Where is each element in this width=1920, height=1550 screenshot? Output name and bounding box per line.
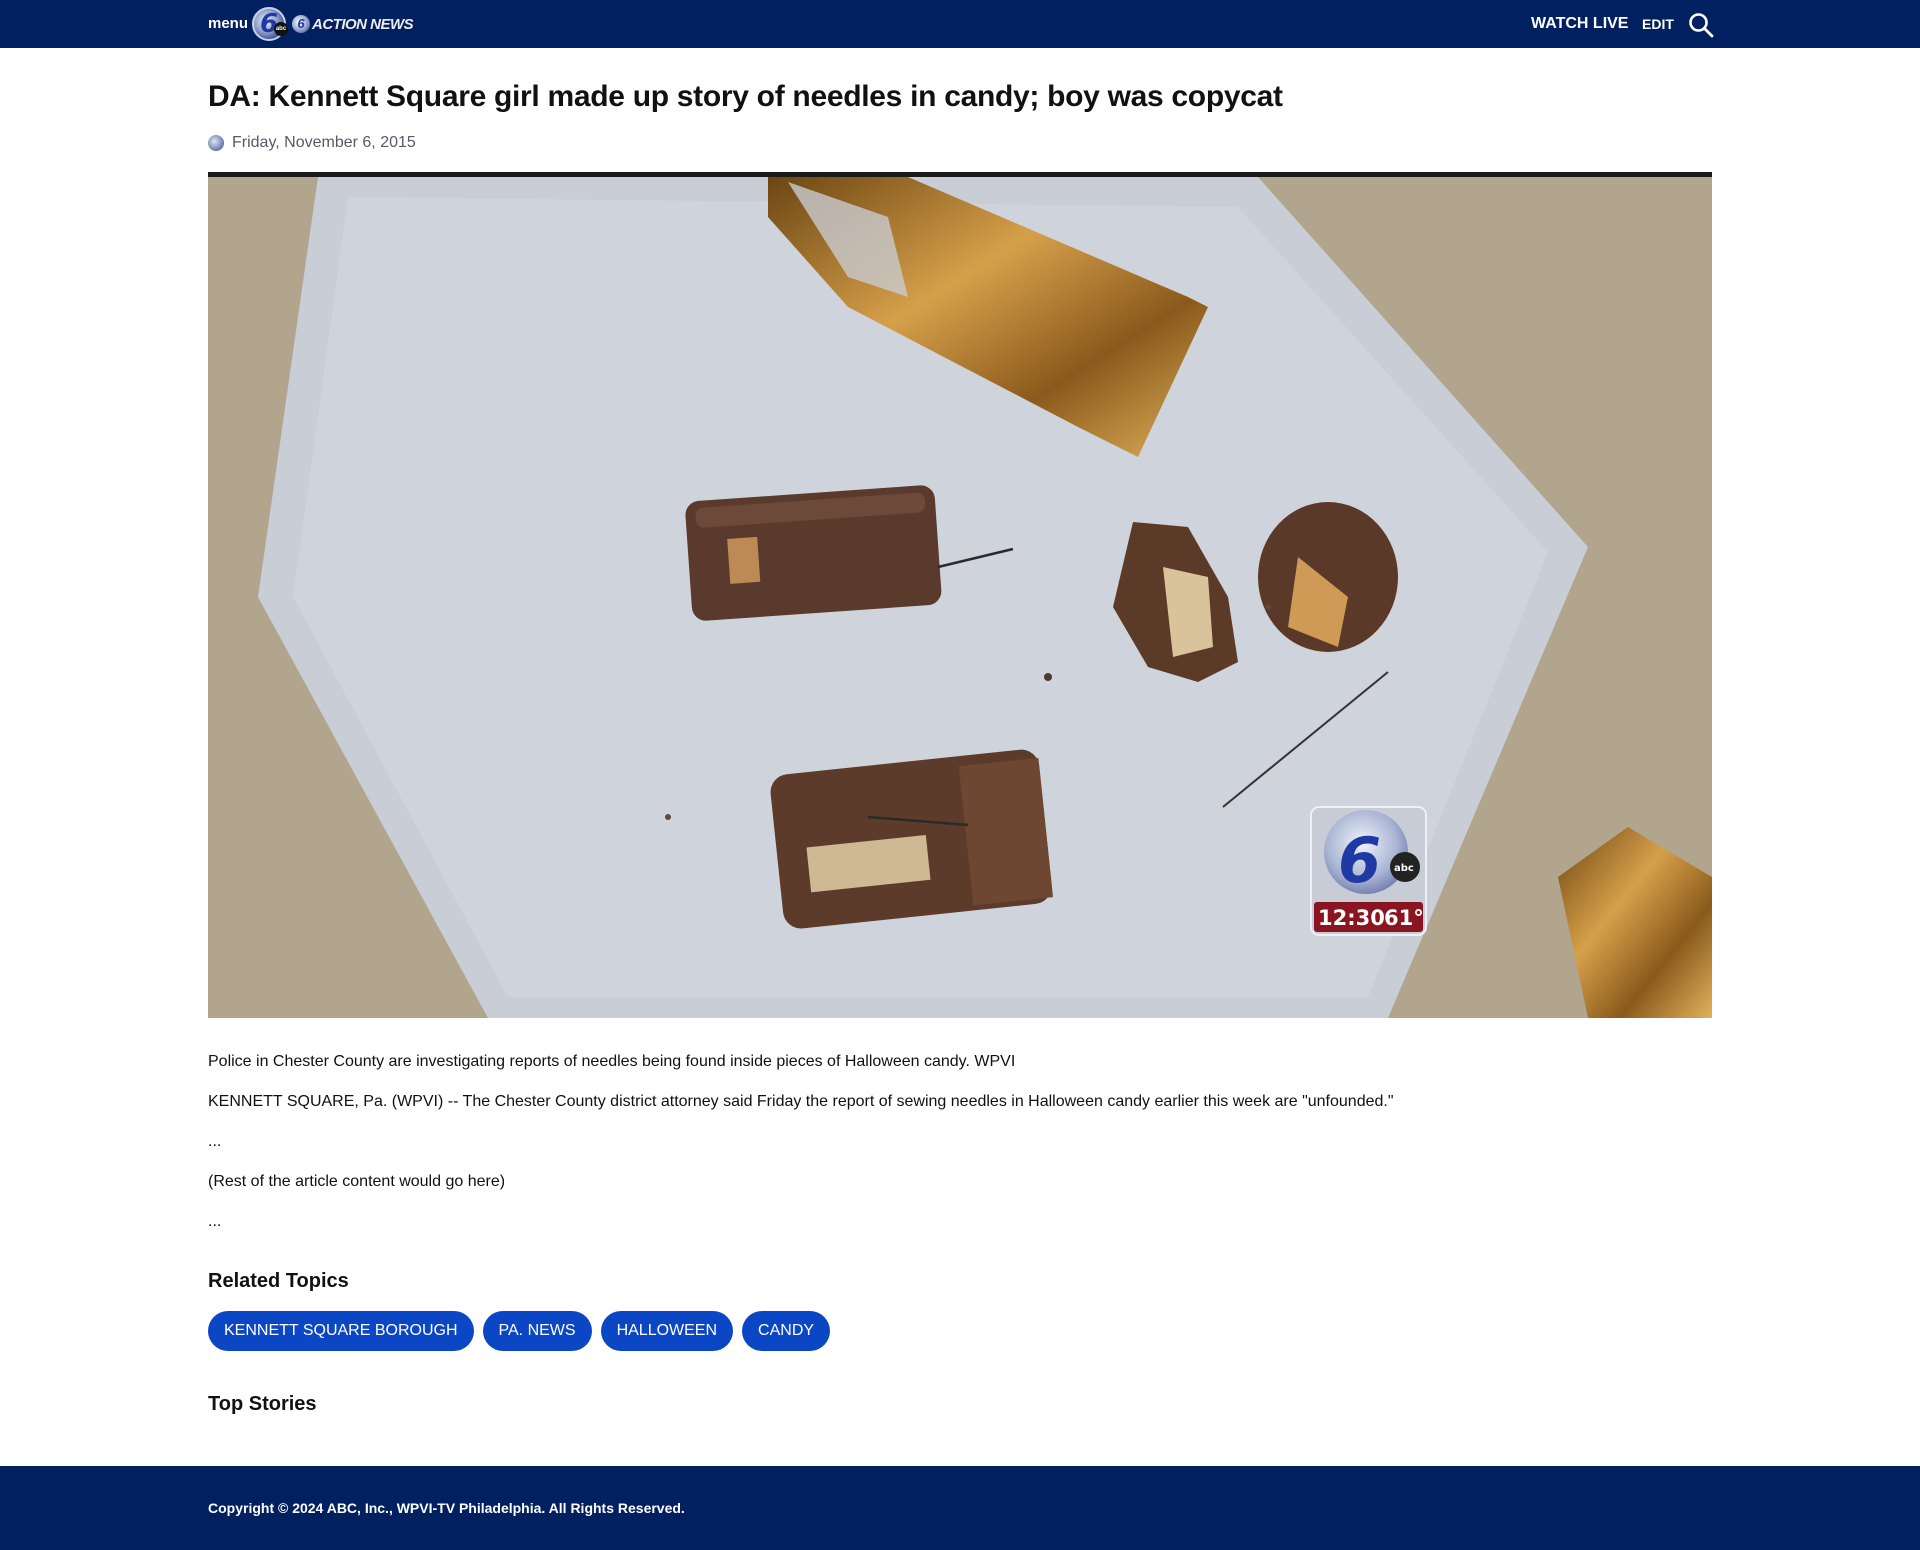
copyright-text: Copyright © 2024 ABC, Inc., WPVI-TV Phil…	[208, 1500, 685, 1516]
article-paragraph: KENNETT SQUARE, Pa. (WPVI) -- The Cheste…	[208, 1093, 1394, 1110]
candy-photo: 6 abc 12:30 61°	[208, 177, 1712, 1018]
6abc-logo[interactable]: 6 abc	[252, 7, 288, 41]
search-icon[interactable]	[1688, 12, 1714, 38]
article-byline: Friday, November 6, 2015	[208, 134, 416, 152]
action-news-six-glyph: 6	[292, 15, 310, 33]
action-news-logo[interactable]: 6 ACTION NEWS	[292, 13, 414, 35]
site-footer: Copyright © 2024 ABC, Inc., WPVI-TV Phil…	[0, 1466, 1920, 1550]
related-topics-heading: Related Topics	[208, 1270, 349, 1292]
article-headline: DA: Kennett Square girl made up story of…	[208, 80, 1283, 113]
edit-link[interactable]: EDIT	[1642, 0, 1674, 48]
topic-pill-halloween[interactable]: HALLOWEEN	[600, 1311, 734, 1351]
action-news-wordmark: ACTION NEWS	[312, 15, 414, 33]
article-paragraph: ...	[208, 1133, 222, 1150]
topic-pill-pa-news[interactable]: PA. NEWS	[482, 1311, 592, 1351]
site-header: menu 6 abc 6 ACTION NEWS WATCH LIVE EDIT	[0, 0, 1920, 48]
top-stories-heading: Top Stories	[208, 1393, 317, 1415]
station-bug: 6 abc 12:30 61°	[1310, 806, 1427, 936]
topic-pill-candy[interactable]: CANDY	[742, 1311, 831, 1351]
article-paragraph: (Rest of the article content would go he…	[208, 1173, 506, 1190]
watch-live-link[interactable]: WATCH LIVE	[1531, 0, 1628, 48]
article-hero-image[interactable]: 6 abc 12:30 61°	[208, 172, 1712, 1018]
bug-temperature: 61°	[1384, 906, 1424, 930]
bug-time: 12:30	[1318, 906, 1385, 930]
logo-abc-badge: abc	[274, 22, 288, 36]
topic-pill-kennett-square-borough[interactable]: KENNETT SQUARE BOROUGH	[208, 1311, 474, 1351]
article-date: Friday, November 6, 2015	[232, 134, 416, 151]
related-topics-list: KENNETT SQUARE BOROUGH PA. NEWS HALLOWEE…	[208, 1311, 831, 1351]
menu-button[interactable]: menu	[208, 0, 248, 48]
image-caption: Police in Chester County are investigati…	[208, 1053, 1016, 1070]
article-paragraph: ...	[208, 1213, 222, 1230]
6abc-mini-icon	[208, 135, 224, 151]
bug-logo-six: 6	[1338, 824, 1381, 897]
bug-logo-abc: abc	[1394, 863, 1414, 874]
